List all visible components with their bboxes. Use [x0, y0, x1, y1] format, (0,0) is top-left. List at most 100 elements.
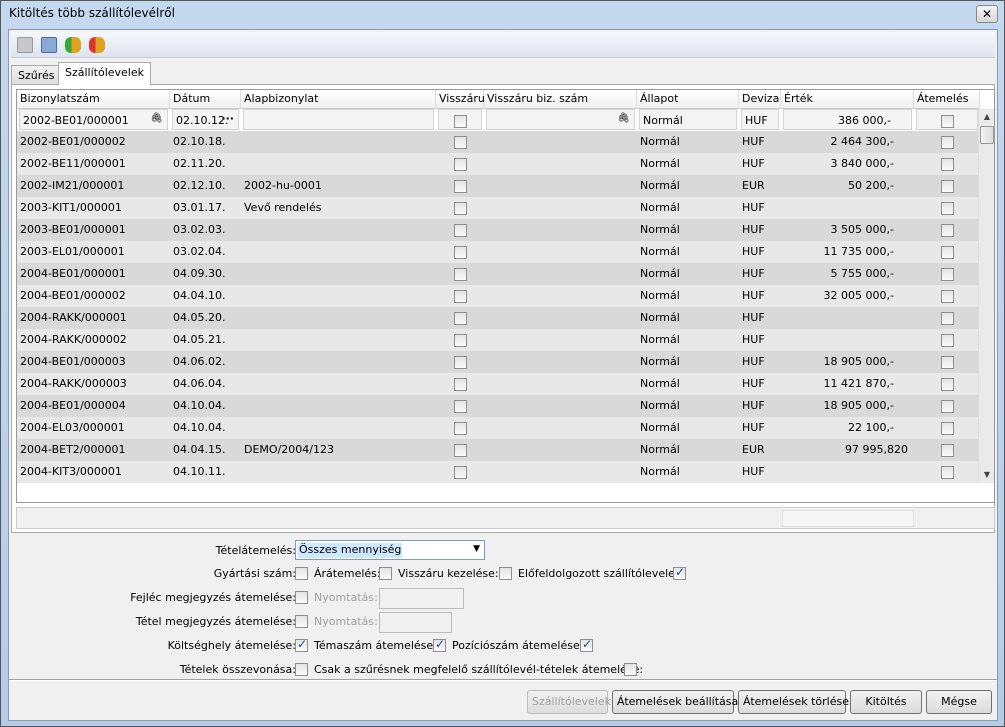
calculator-icon[interactable]	[41, 37, 57, 53]
cell-visszaru[interactable]	[436, 197, 484, 219]
cell-atemeles[interactable]	[914, 263, 980, 285]
cell-alapbizonylat[interactable]	[241, 153, 436, 175]
cell-datum[interactable]: 03.02.04.	[170, 241, 241, 263]
cell-alapbizonylat[interactable]	[241, 131, 436, 153]
print-preview-icon[interactable]	[17, 37, 33, 53]
cell-bizonylatszam[interactable]: 2002-IM21/000001	[17, 175, 170, 197]
table-row[interactable]: 2003-BE01/000001 03.02.03. Normál HUF 3 505 …	[17, 219, 979, 241]
cell-datum[interactable]: 04.05.21.	[170, 329, 241, 351]
cell-ertek[interactable]: 2 464 300,-	[781, 131, 914, 153]
cell-allapot[interactable]: Normál	[637, 197, 739, 219]
cell-allapot[interactable]: Normál	[637, 395, 739, 417]
cell-visszaru-biz-szam[interactable]	[484, 417, 637, 439]
cell-ertek[interactable]: 22 100,-	[781, 417, 914, 439]
cell-datum[interactable]: 04.06.02.	[170, 351, 241, 373]
tetel-megj-checkbox[interactable]	[295, 614, 308, 628]
cell-ertek[interactable]	[781, 307, 914, 329]
cell-visszaru-biz-szam[interactable]	[484, 175, 637, 197]
column-header-allapot[interactable]: Állapot	[637, 90, 739, 109]
cell-visszaru-biz-szam[interactable]	[484, 197, 637, 219]
cell-datum[interactable]: 03.02.03.	[170, 219, 241, 241]
visszaru-checkbox[interactable]	[453, 157, 467, 171]
column-header-alapbizonylat[interactable]: Alapbizonylat	[241, 90, 436, 109]
atemeles-checkbox[interactable]	[940, 289, 954, 303]
cell-atemeles[interactable]	[914, 241, 980, 263]
cell-allapot[interactable]: Normál	[637, 307, 739, 329]
cell-visszaru-biz-szam[interactable]	[484, 439, 637, 461]
cell-atemeles[interactable]	[914, 417, 980, 439]
visszaru-checkbox[interactable]	[453, 311, 467, 325]
cell-deviza[interactable]: HUF	[739, 373, 781, 395]
cell-deviza[interactable]: HUF	[739, 241, 781, 263]
table-row[interactable]: 2004-BET2/000001 04.04.15. DEMO/2004/123 No…	[17, 439, 979, 461]
cell-deviza[interactable]: HUF	[739, 197, 781, 219]
cell-visszaru-biz-szam[interactable]	[484, 131, 637, 153]
megse-button[interactable]: Mégse	[926, 690, 992, 714]
cell-alapbizonylat[interactable]	[241, 263, 436, 285]
table-row[interactable]: 2004-RAKK/000002 04.05.21. Normál HUF	[17, 329, 979, 351]
cell-bizonylatszam[interactable]: 2002-BE11/000001	[17, 153, 170, 175]
cell-visszaru[interactable]	[436, 175, 484, 197]
column-header-visszaru-biz-szam[interactable]: Visszáru biz. szám	[484, 90, 637, 109]
cell-deviza[interactable]: HUF	[739, 461, 781, 483]
cell-allapot[interactable]: Normál	[637, 329, 739, 351]
cell-deviza[interactable]: HUF	[739, 329, 781, 351]
cell-visszaru[interactable]	[438, 109, 482, 130]
cell-visszaru[interactable]	[436, 417, 484, 439]
cell-alapbizonylat[interactable]: Vevő rendelés	[241, 197, 436, 219]
column-header-ertek[interactable]: Érték	[781, 90, 914, 109]
cell-ertek[interactable]: 18 905 000,-	[781, 395, 914, 417]
visszaru-checkbox[interactable]	[453, 135, 467, 149]
atemelesek-torlese-button[interactable]: Átemelések törlése	[738, 690, 849, 714]
scroll-up-icon[interactable]: ▲	[979, 109, 994, 125]
cell-deviza[interactable]: HUF	[739, 263, 781, 285]
cell-visszaru-biz-szam[interactable]	[484, 351, 637, 373]
cell-visszaru[interactable]	[436, 329, 484, 351]
cell-visszaru-biz-szam[interactable]	[484, 263, 637, 285]
cell-atemeles[interactable]	[914, 461, 980, 483]
cell-bizonylatszam[interactable]: 2004-BE01/000003	[17, 351, 170, 373]
table-row[interactable]: 2002-BE01/000001 🖇 02.10.12. ··· 🖇 Normál HUF 3…	[17, 109, 979, 131]
column-header-visszaru[interactable]: Visszáru	[436, 90, 485, 109]
cell-allapot[interactable]: Normál	[637, 285, 739, 307]
cell-datum[interactable]: 04.04.15.	[170, 439, 241, 461]
cell-visszaru[interactable]	[436, 131, 484, 153]
cell-allapot[interactable]: Normál	[637, 241, 739, 263]
visszaru-checkbox[interactable]	[453, 223, 467, 237]
cell-alapbizonylat[interactable]	[241, 351, 436, 373]
column-header-atemeles[interactable]: Átemelés	[914, 90, 980, 109]
cell-bizonylatszam[interactable]: 2003-KIT1/000001	[17, 197, 170, 219]
cell-ertek[interactable]	[781, 197, 914, 219]
database-green-arrow-icon[interactable]	[65, 37, 81, 53]
atemeles-checkbox[interactable]	[940, 377, 954, 391]
visszaru-checkbox[interactable]	[453, 377, 467, 391]
table-row[interactable]: 2004-BE01/000002 04.04.10. Normál HUF 32 005…	[17, 285, 979, 307]
cell-alapbizonylat[interactable]: DEMO/2004/123	[241, 439, 436, 461]
cell-alapbizonylat[interactable]: 2002-hu-0001	[241, 175, 436, 197]
cell-bizonylatszam[interactable]: 2003-BE01/000001	[17, 219, 170, 241]
cell-bizonylatszam[interactable]: 2004-RAKK/000003	[17, 373, 170, 395]
date-picker-ellipsis-icon[interactable]: ···	[221, 112, 234, 125]
cell-ertek[interactable]: 386 000,-	[783, 109, 912, 130]
cell-deviza[interactable]: HUF	[739, 153, 781, 175]
visszaru-checkbox[interactable]	[453, 333, 467, 347]
cell-visszaru[interactable]	[436, 439, 484, 461]
cell-ertek[interactable]: 50 200,-	[781, 175, 914, 197]
table-row[interactable]: 2004-RAKK/000001 04.05.20. Normál HUF	[17, 307, 979, 329]
cell-allapot[interactable]: Normál	[639, 109, 737, 130]
cell-allapot[interactable]: Normál	[637, 373, 739, 395]
cell-visszaru[interactable]	[436, 395, 484, 417]
cell-ertek[interactable]: 3 505 000,-	[781, 219, 914, 241]
cell-datum[interactable]: 02.10.12. ···	[172, 109, 239, 130]
tetelatemeles-select[interactable]: Összes mennyiség ▼	[295, 540, 485, 560]
cell-deviza[interactable]: HUF	[739, 395, 781, 417]
cell-visszaru-biz-szam[interactable]	[484, 219, 637, 241]
pozicio-checkbox[interactable]	[580, 637, 593, 652]
scroll-thumb[interactable]	[980, 126, 994, 144]
cell-alapbizonylat[interactable]	[241, 417, 436, 439]
column-header-datum[interactable]: Dátum	[170, 90, 241, 109]
cell-deviza[interactable]: HUF	[739, 131, 781, 153]
cell-visszaru[interactable]	[436, 373, 484, 395]
cell-visszaru[interactable]	[436, 351, 484, 373]
visszaru-checkbox[interactable]	[453, 267, 467, 281]
